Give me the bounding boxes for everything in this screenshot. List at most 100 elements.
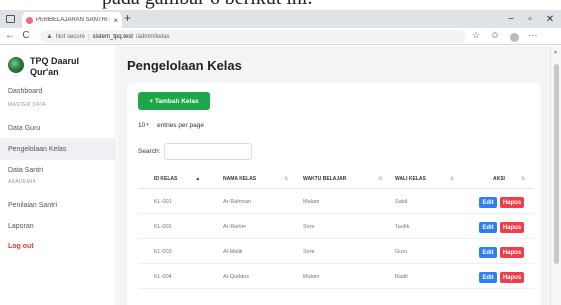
scrollbar-thumb[interactable] [554, 64, 559, 264]
document-caption: pada gambar 6 berikut ini. [0, 0, 561, 10]
sort-icon: ⇅ [378, 176, 383, 182]
browser-tab-bar: PEMBELAJARAN SANTRI PADA TI × + − ▫ ✕ [0, 10, 561, 28]
table-row: KL-003 Al-Malik Sore Guru Edit Hapus [138, 240, 534, 264]
cell-nama-kelas: Ar-Rahman [223, 199, 252, 205]
table-row: KL-004 Al-Quddus Malam Radit Edit Hapus [138, 265, 534, 289]
web-page: TPQ Daarul Qur'an Dashboard MASTER DATA … [0, 46, 561, 305]
cell-waktu-belajar: Sore [303, 224, 315, 230]
url-separator: | [87, 33, 90, 40]
column-header-aksi[interactable]: AKSI ⇅ [493, 169, 525, 189]
cell-id-kelas: KL-002 [154, 224, 172, 230]
column-header-nama-kelas[interactable]: NAMA KELAS ⇅ [223, 169, 288, 189]
cell-wali-kelas: Guru [395, 249, 408, 255]
entries-label: entries per page [157, 121, 204, 129]
column-label: WAKTU BELAJAR [303, 176, 347, 182]
column-header-id-kelas[interactable]: ID KELAS ▲ [154, 169, 200, 189]
warning-icon: ▲ [46, 33, 53, 40]
entries-select[interactable]: 10 ▾ [138, 119, 152, 131]
search-label: Search: [138, 148, 161, 155]
delete-button[interactable]: Hapus [500, 197, 524, 208]
sort-icon: ⇅ [284, 176, 289, 182]
cell-id-kelas: KL-001 [154, 199, 172, 205]
security-label: Not secure [55, 33, 85, 40]
edit-button[interactable]: Edit [479, 197, 497, 208]
table-row: KL-001 Ar-Rahman Malam Sabil Edit Hapus [138, 190, 534, 214]
delete-button[interactable]: Hapus [500, 222, 524, 233]
table-row: KL-002 Ar-Rahim Sore Taufik Edit Hapus [138, 215, 534, 239]
sort-icon: ⇅ [449, 176, 455, 182]
url-host: sistem_tpq.test [92, 33, 133, 40]
cell-wali-kelas: Radit [395, 274, 408, 280]
add-class-button[interactable]: + Tambah Kelas [138, 92, 210, 110]
column-header-wali-kelas[interactable]: WALI KELAS ⇅ [395, 169, 454, 189]
cell-nama-kelas: Al-Quddus [223, 274, 249, 280]
column-label: NAMA KELAS [223, 176, 257, 182]
tab-title: PEMBELAJARAN SANTRI PADA TI [36, 17, 110, 23]
sidebar-item-logout[interactable]: Log out [0, 235, 116, 257]
sort-icon: ⇅ [520, 176, 526, 182]
profile-avatar-icon[interactable] [510, 33, 519, 42]
column-label: AKSI [493, 176, 505, 182]
scroll-up-icon[interactable]: ▲ [553, 49, 558, 55]
sidebar-item-data-santri[interactable]: Data Santri [0, 159, 116, 181]
url-path: /admin/kelas [135, 33, 170, 40]
minimize-button[interactable]: − [503, 10, 519, 28]
column-label: ID KELAS [154, 176, 178, 182]
chevron-down-icon: ▾ [146, 122, 149, 128]
cell-id-kelas: KL-003 [154, 249, 172, 255]
bookmark-star-icon[interactable]: ☆ [470, 30, 482, 41]
page-scrollbar[interactable]: ▲ [550, 46, 561, 305]
table-header: ID KELAS ▲ NAMA KELAS ⇅ WAKTU BELAJAR ⇅ … [138, 169, 534, 189]
entries-per-page: 10 ▾ entries per page [138, 119, 204, 131]
cell-waktu-belajar: Malam [303, 199, 320, 205]
sort-asc-icon: ▲ [195, 176, 201, 182]
cell-wali-kelas: Taufik [395, 224, 410, 230]
edit-button[interactable]: Edit [479, 247, 497, 258]
window-menu-icon[interactable] [6, 15, 15, 23]
delete-button[interactable]: Hapus [500, 247, 524, 258]
maximize-button[interactable]: ▫ [522, 10, 538, 28]
sidebar-section-master-data: MASTER DATA [8, 102, 47, 108]
close-window-button[interactable]: ✕ [542, 10, 558, 28]
cell-waktu-belajar: Malam [303, 274, 320, 280]
column-header-waktu-belajar[interactable]: WAKTU BELAJAR ⇅ [303, 169, 383, 189]
sidebar-item-pengelolaan-kelas[interactable]: Pengelolaan Kelas [0, 138, 116, 160]
brand-name-line2: Qur'an [30, 67, 59, 77]
logo-icon [8, 57, 24, 73]
tab-favicon-icon [26, 16, 33, 24]
cell-waktu-belajar: Sore [303, 249, 315, 255]
delete-button[interactable]: Hapus [500, 272, 524, 283]
sidebar: TPQ Daarul Qur'an Dashboard MASTER DATA … [0, 46, 116, 305]
favorites-icon[interactable]: ✩ [489, 30, 501, 41]
caption-text: pada gambar 6 berikut ini. [102, 0, 313, 10]
sidebar-item-penilaian-santri[interactable]: Penilaian Santri [0, 194, 116, 216]
cell-id-kelas: KL-004 [154, 274, 172, 280]
back-button[interactable]: ← [4, 30, 16, 41]
brand-name-line1: TPQ Daarul [30, 56, 80, 66]
main-content: Pengelolaan Kelas + Tambah Kelas 10 ▾ ent… [117, 46, 550, 305]
edit-button[interactable]: Edit [479, 272, 497, 283]
cell-nama-kelas: Ar-Rahim [223, 224, 247, 230]
new-tab-button[interactable]: + [124, 11, 131, 25]
column-label: WALI KELAS [395, 176, 426, 182]
sidebar-section-akademik: AKADEMIK [8, 179, 37, 185]
sidebar-item-laporan[interactable]: Laporan [0, 215, 116, 237]
screenshot-frame: pada gambar 6 berikut ini. PEMBELAJARAN … [0, 0, 561, 305]
sidebar-item-data-guru[interactable]: Data Guru [0, 117, 116, 139]
cell-nama-kelas: Al-Malik [223, 249, 243, 255]
cell-wali-kelas: Sabil [395, 199, 408, 205]
search-input[interactable] [164, 143, 253, 160]
entries-value: 10 [138, 121, 146, 129]
browser-toolbar: ← C ▲ Not secure | sistem_tpq.test/admin… [0, 28, 561, 45]
brand-logo[interactable]: TPQ Daarul Qur'an [8, 56, 79, 78]
brand-name: TPQ Daarul Qur'an [30, 56, 79, 78]
table-search: Search: [138, 143, 253, 160]
reload-button[interactable]: C [20, 30, 32, 41]
browser-tab[interactable]: PEMBELAJARAN SANTRI PADA TI × [22, 12, 122, 28]
edit-button[interactable]: Edit [479, 222, 497, 233]
address-bar[interactable]: ▲ Not secure | sistem_tpq.test/admin/kel… [40, 30, 466, 43]
sidebar-item-dashboard[interactable]: Dashboard [0, 80, 116, 102]
tab-close-icon[interactable]: × [113, 16, 118, 25]
page-title: Pengelolaan Kelas [127, 58, 242, 73]
browser-menu-icon[interactable]: ⋯ [527, 30, 539, 41]
